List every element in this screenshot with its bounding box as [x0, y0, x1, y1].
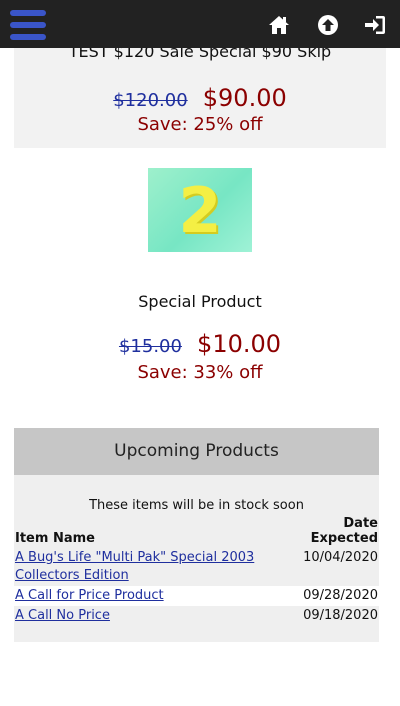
savings-text: Save: 25% off — [137, 114, 263, 135]
expected-date: 09/28/2020 — [287, 586, 379, 606]
sign-in-icon[interactable] — [364, 14, 386, 36]
price-line: $120.00 $90.00 — [14, 84, 386, 112]
item-link[interactable]: A Bug's Life "Multi Pak" Special 2003 Co… — [15, 550, 254, 583]
product-card-2: 2 Special Product $15.00 $10.00 Save: 33… — [14, 160, 386, 410]
sale-price: $90.00 — [202, 84, 287, 112]
upcoming-products-box: Upcoming Products These items will be in… — [14, 428, 379, 642]
old-price: $15.00 — [118, 336, 182, 357]
scroll-top-icon[interactable] — [317, 14, 339, 36]
upcoming-note: These items will be in stock soon — [89, 498, 304, 513]
table-row: A Call for Price Product 09/28/2020 — [14, 586, 379, 606]
product-thumbnail[interactable]: 2 — [148, 168, 252, 252]
savings-text: Save: 33% off — [137, 362, 263, 383]
expected-date: 10/04/2020 — [303, 550, 378, 565]
price-line: $15.00 $10.00 — [14, 330, 386, 358]
column-header-date-expected: Date Expected — [310, 516, 378, 546]
table-row: A Call No Price 09/18/2020 — [14, 606, 379, 626]
product-name[interactable]: Special Product — [14, 292, 386, 311]
column-header-item-name: Item Name — [15, 531, 95, 546]
table-row: A Bug's Life "Multi Pak" Special 2003 Co… — [14, 548, 379, 586]
upcoming-table: Item Name Date Expected A Bug's Life "Mu… — [14, 514, 379, 626]
sale-price: $10.00 — [197, 330, 282, 358]
expected-date: 09/18/2020 — [303, 608, 378, 623]
top-nav-bar — [0, 0, 400, 48]
home-icon[interactable] — [268, 14, 290, 36]
item-link[interactable]: A Call No Price — [15, 608, 110, 623]
menu-icon[interactable] — [10, 10, 46, 40]
thumbnail-number: 2 — [178, 174, 222, 247]
item-link[interactable]: A Call for Price Product — [15, 588, 164, 603]
old-price: $120.00 — [113, 90, 188, 111]
upcoming-products-title: Upcoming Products — [14, 428, 379, 475]
